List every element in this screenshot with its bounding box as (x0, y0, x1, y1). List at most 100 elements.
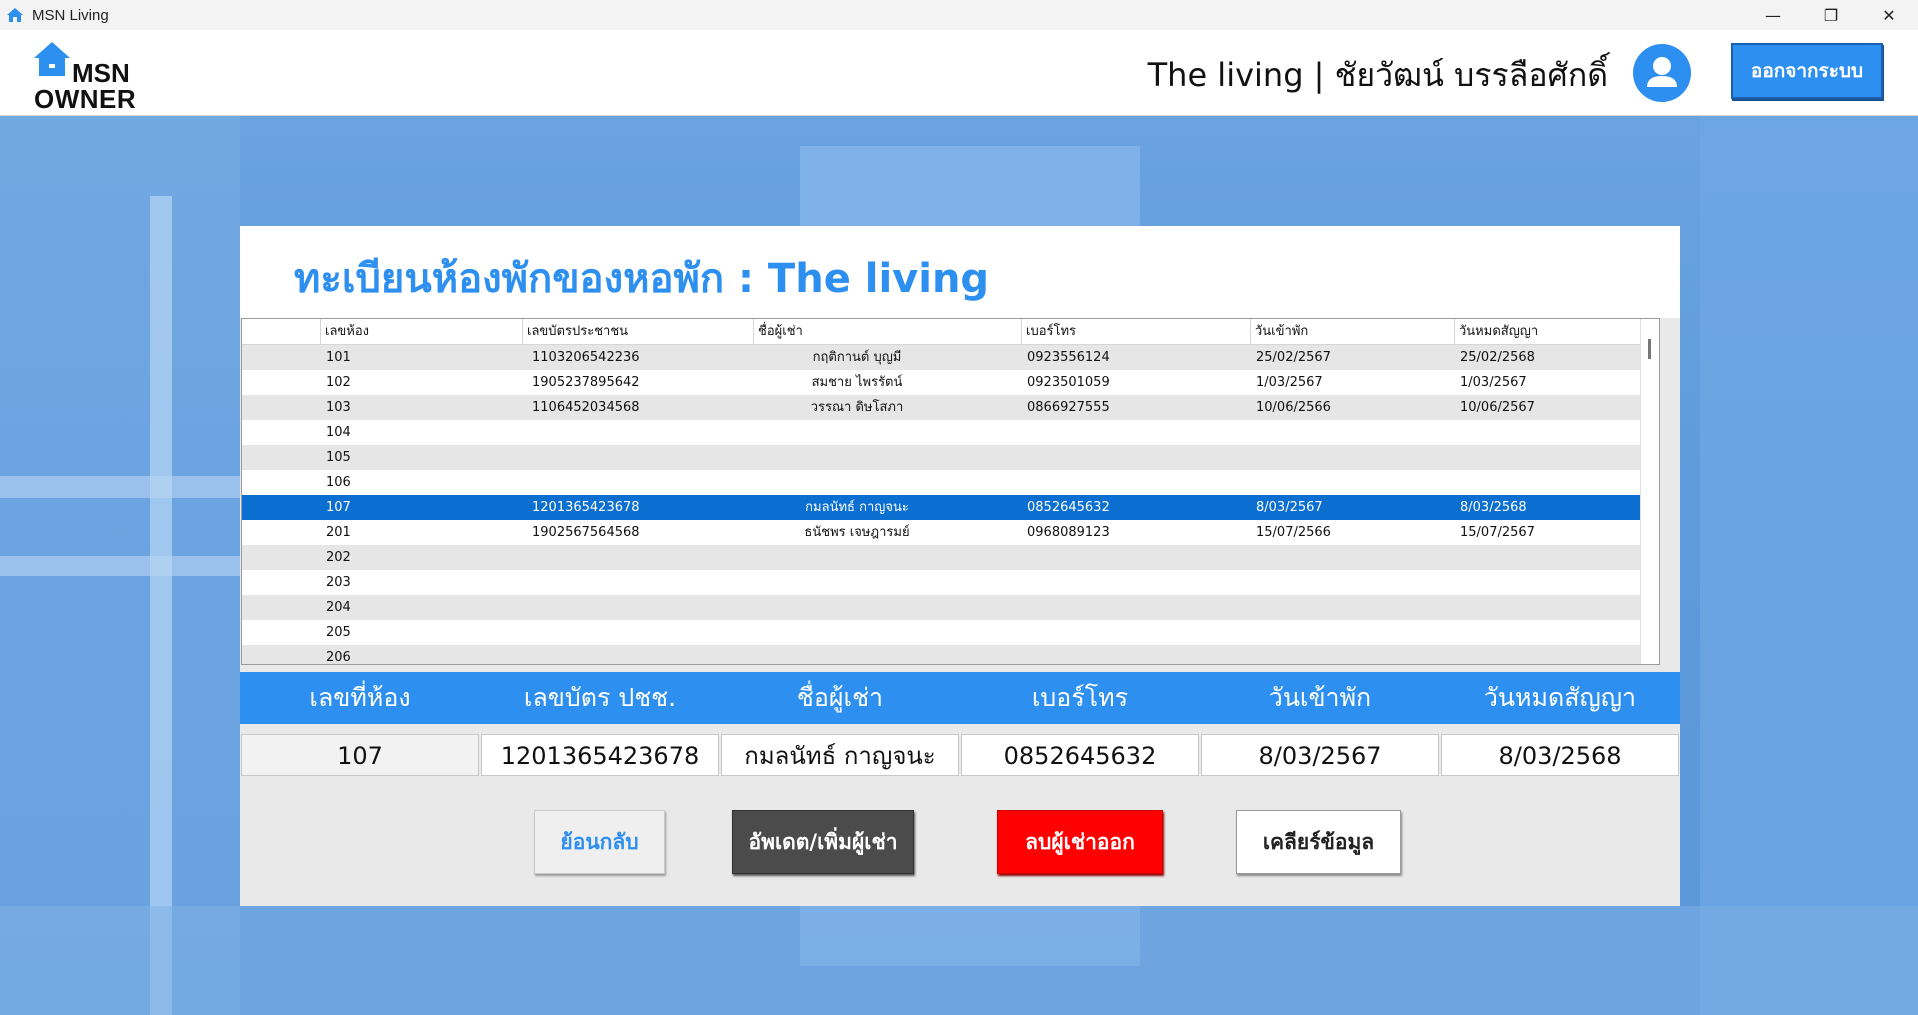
cell-name (763, 445, 951, 470)
cell-checkin: 10/06/2566 (1256, 400, 1331, 415)
cell-room: 205 (326, 625, 351, 640)
cell-id: 1905237895642 (532, 375, 640, 390)
expire-date-field[interactable]: 8/03/2568 (1441, 734, 1679, 776)
table-row[interactable]: 106 (242, 470, 1659, 495)
tenant-fields: 107 1201365423678 กมลนัทธ์ กาญจนะ 085264… (240, 734, 1680, 776)
cell-checkin: 25/02/2567 (1256, 350, 1331, 365)
vertical-scrollbar[interactable] (1640, 319, 1659, 664)
cell-id: 1103206542236 (532, 350, 640, 365)
close-button[interactable]: ✕ (1860, 0, 1918, 30)
clear-fields-button[interactable]: เคลียร์ข้อมูล (1236, 810, 1401, 874)
cell-expire: 1/03/2567 (1460, 375, 1527, 390)
grid-header: เลขห้อง เลขบัตรประชาชน ชื่อผู้เช่า เบอร์… (242, 319, 1659, 345)
cell-phone: 0866927555 (1027, 400, 1110, 415)
logo-text-msn: MSN (72, 58, 130, 88)
cell-name (763, 420, 951, 445)
cell-name (763, 470, 951, 495)
room-register-panel: ทะเบียนห้องพักของหอพัก : The living เลขห… (240, 226, 1680, 906)
room-no-field: 107 (241, 734, 479, 776)
cell-id: 1106452034568 (532, 400, 640, 415)
user-avatar[interactable] (1633, 44, 1691, 102)
cell-name (763, 645, 951, 664)
column-header-room[interactable]: เลขห้อง (320, 319, 522, 344)
table-row[interactable]: 202 (242, 545, 1659, 570)
restore-button[interactable]: ❐ (1802, 0, 1860, 30)
tenant-name-field[interactable]: กมลนัทธ์ กาญจนะ (721, 734, 959, 776)
logo-text-owner: OWNER (34, 84, 137, 114)
id-card-field[interactable]: 1201365423678 (481, 734, 719, 776)
cell-name (763, 620, 951, 645)
table-row[interactable]: 201 1902567564568 ธนัชพร เจษฎารมย์ 09680891… (242, 520, 1659, 545)
label-id-card: เลขบัตร ปชช. (523, 683, 677, 712)
label-room-no: เลขที่ห้อง (309, 683, 411, 712)
cell-room: 103 (326, 400, 351, 415)
cell-room: 107 (326, 500, 351, 515)
cell-room: 106 (326, 475, 351, 490)
back-button[interactable]: ย้อนกลับ (534, 810, 665, 874)
cell-expire: 8/03/2568 (1460, 500, 1527, 515)
column-header-checkin[interactable]: วันเข้าพัก (1250, 319, 1454, 344)
house-logo-icon (34, 42, 70, 76)
cell-room: 206 (326, 650, 351, 665)
column-header-id[interactable]: เลขบัตรประชาชน (522, 319, 753, 344)
cell-name: กมลนัทธ์ กาญจนะ (805, 500, 909, 515)
cell-checkin: 1/03/2567 (1256, 375, 1323, 390)
field-labels-bar: เลขที่ห้อง เลขบัตร ปชช. ชื่อผู้เช่า เบอร… (240, 672, 1680, 724)
app-header: MSN OWNER The living | ชัยวัฒน์ บรรลือศั… (0, 30, 1918, 116)
cell-checkin: 8/03/2567 (1256, 500, 1323, 515)
label-expire-date: วันหมดสัญญา (1483, 683, 1637, 712)
column-header-expire[interactable]: วันหมดสัญญา (1454, 319, 1659, 344)
cell-id: 1201365423678 (532, 500, 640, 515)
cell-name: ธนัชพร เจษฎารมย์ (804, 525, 910, 540)
column-header-name[interactable]: ชื่อผู้เช่า (753, 319, 1021, 344)
table-row[interactable]: 102 1905237895642 สมชาย ไพรรัตน์ 0923501059… (242, 370, 1659, 395)
cell-name: สมชาย ไพรรัตน์ (811, 375, 903, 390)
minimize-button[interactable]: — (1744, 0, 1802, 30)
user-icon (1647, 57, 1677, 87)
cell-id: 1902567564568 (532, 525, 640, 540)
window-titlebar: MSN Living — ❐ ✕ (0, 0, 1918, 30)
cell-room: 105 (326, 450, 351, 465)
home-icon (7, 8, 23, 22)
table-row[interactable]: 104 (242, 420, 1659, 445)
cell-checkin: 15/07/2566 (1256, 525, 1331, 540)
cell-name (763, 545, 951, 570)
table-row[interactable]: 205 (242, 620, 1659, 645)
logout-button[interactable]: ออกจากระบบ (1731, 43, 1883, 99)
cell-phone: 0968089123 (1027, 525, 1110, 540)
cell-room: 104 (326, 425, 351, 440)
scroll-thumb[interactable] (1648, 339, 1651, 359)
cell-phone: 0923556124 (1027, 350, 1110, 365)
table-row[interactable]: 105 (242, 445, 1659, 470)
cell-expire: 15/07/2567 (1460, 525, 1535, 540)
cell-phone: 0852645632 (1027, 500, 1110, 515)
cell-phone: 0923501059 (1027, 375, 1110, 390)
cell-name (763, 595, 951, 620)
cell-room: 101 (326, 350, 351, 365)
column-header-phone[interactable]: เบอร์โทร (1021, 319, 1250, 344)
cell-room: 201 (326, 525, 351, 540)
cell-expire: 10/06/2567 (1460, 400, 1535, 415)
page-title: ทะเบียนห้องพักของหอพัก : The living (294, 256, 990, 302)
table-row[interactable]: 101 1103206542236 กฤติกานต์ บุญมี 092355612… (242, 345, 1659, 370)
panel-header: ทะเบียนห้องพักของหอพัก : The living (240, 226, 1680, 318)
table-row[interactable]: 206 (242, 645, 1659, 665)
cell-expire: 25/02/2568 (1460, 350, 1535, 365)
room-grid[interactable]: เลขห้อง เลขบัตรประชาชน ชื่อผู้เช่า เบอร์… (241, 318, 1660, 665)
table-row[interactable]: 103 1106452034568 วรรณา ดิษโสภา 0866927555 1… (242, 395, 1659, 420)
cell-room: 202 (326, 550, 351, 565)
cell-room: 102 (326, 375, 351, 390)
checkin-date-field[interactable]: 8/03/2567 (1201, 734, 1439, 776)
table-row[interactable]: 203 (242, 570, 1659, 595)
msn-owner-logo: MSN OWNER (32, 40, 152, 112)
cell-room: 203 (326, 575, 351, 590)
label-tenant-name: ชื่อผู้เช่า (796, 683, 884, 712)
window-title: MSN Living (32, 6, 109, 24)
label-phone: เบอร์โทร (1031, 683, 1129, 712)
table-row[interactable]: 204 (242, 595, 1659, 620)
delete-tenant-button[interactable]: ลบผู้เช่าออก (997, 810, 1163, 874)
phone-field[interactable]: 0852645632 (961, 734, 1199, 776)
update-tenant-button[interactable]: อัพเดต/เพิ่มผู้เช่า (732, 810, 914, 874)
label-checkin-date: วันเข้าพัก (1268, 683, 1372, 712)
table-row[interactable]: 107 1201365423678 กมลนัทธ์ กาญจนะ 085264563… (242, 495, 1659, 520)
